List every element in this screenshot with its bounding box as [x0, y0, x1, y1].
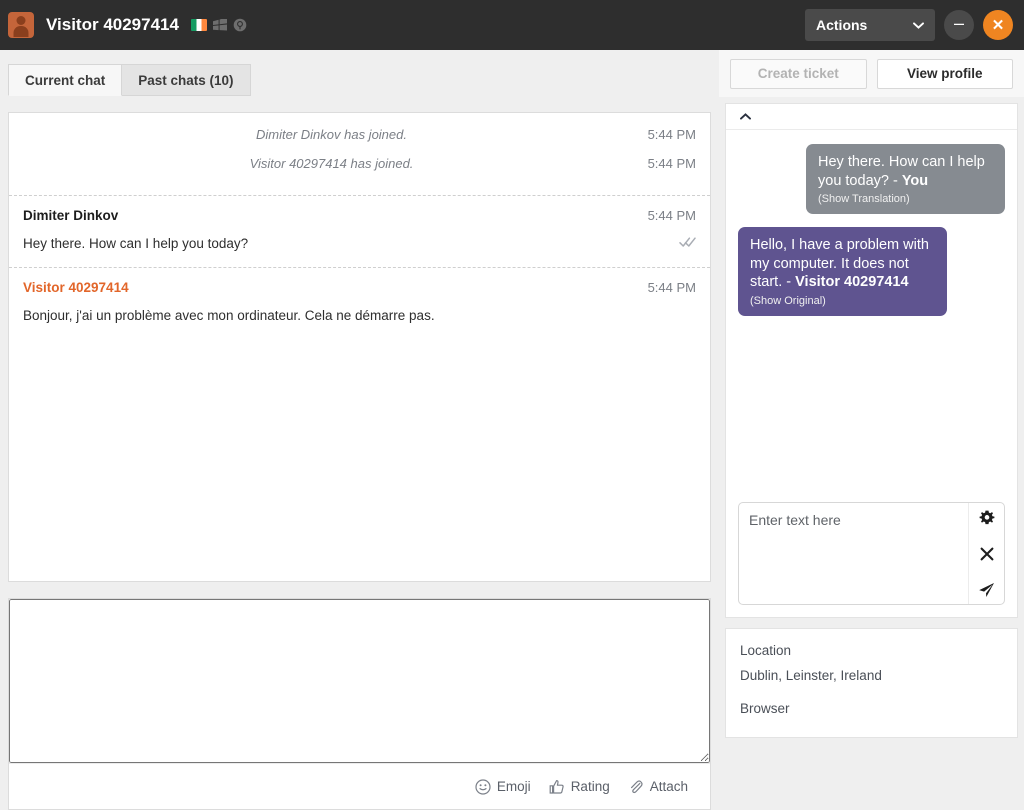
message-author: Visitor 40297414: [23, 280, 129, 295]
visitor-info-panel: Location Dublin, Leinster, Ireland Brows…: [725, 628, 1018, 738]
gear-icon[interactable]: [979, 510, 995, 526]
bubble-author: Visitor 40297414: [795, 274, 908, 290]
chat-message: Dimiter Dinkov 5:44 PM Hey there. How ca…: [9, 196, 710, 267]
windows-logo-icon: [213, 19, 227, 32]
chat-message: Visitor 40297414 5:44 PM Bonjour, j'ai u…: [9, 268, 710, 339]
system-event-time: 5:44 PM: [640, 156, 696, 171]
send-paper-plane-icon[interactable]: [978, 582, 995, 598]
message-input[interactable]: [9, 599, 710, 763]
message-author: Dimiter Dinkov: [23, 208, 118, 223]
message-body: Bonjour, j'ai un problème avec mon ordin…: [23, 307, 696, 325]
paperclip-icon: [628, 779, 644, 795]
thumbs-up-icon: [549, 779, 565, 795]
location-value: Dublin, Leinster, Ireland: [740, 668, 1003, 683]
message-text: Hey there. How can I help you today?: [23, 235, 248, 253]
visitor-sidebar: Create ticket View profile Hey there. Ho…: [719, 50, 1024, 768]
close-x-icon[interactable]: [980, 547, 994, 561]
emoji-smiley-icon: [475, 779, 491, 795]
minimize-button[interactable]: –: [944, 10, 974, 40]
flag-ireland-icon: [191, 19, 207, 31]
system-event-text: Visitor 40297414 has joined.: [250, 156, 414, 171]
sidebar-action-bar: Create ticket View profile: [719, 50, 1024, 97]
emoji-button-label: Emoji: [497, 779, 531, 794]
chevron-down-icon: [913, 22, 924, 29]
bubble-author: You: [902, 173, 928, 189]
system-event-row: Visitor 40297414 has joined. 5:44 PM: [23, 156, 696, 171]
attach-button-label: Attach: [650, 779, 688, 794]
message-time: 5:44 PM: [648, 280, 696, 295]
translation-bubble-list: Hey there. How can I help you today? - Y…: [726, 130, 1017, 502]
message-composer: Emoji Rating Attach: [8, 598, 711, 810]
browser-globe-icon: [233, 18, 247, 32]
chat-tabs: Current chat Past chats (10): [0, 50, 719, 100]
create-ticket-button[interactable]: Create ticket: [730, 59, 867, 89]
translation-bubble-agent: Hey there. How can I help you today? - Y…: [806, 144, 1005, 214]
message-body: Hey there. How can I help you today?: [23, 235, 696, 253]
system-event-time: 5:44 PM: [640, 127, 696, 142]
tab-past-chats[interactable]: Past chats (10): [122, 64, 250, 96]
message-header: Visitor 40297414 5:44 PM: [23, 280, 696, 295]
show-original-link[interactable]: (Show Original): [750, 294, 935, 308]
composer-toolbar: Emoji Rating Attach: [9, 763, 710, 809]
message-time: 5:44 PM: [648, 208, 696, 223]
translation-composer-tools: [968, 503, 1004, 604]
system-event-row: Dimiter Dinkov has joined. 5:44 PM: [23, 127, 696, 142]
translation-input[interactable]: [739, 503, 968, 604]
message-header: Dimiter Dinkov 5:44 PM: [23, 208, 696, 223]
chevron-up-icon: [740, 113, 751, 120]
browser-label: Browser: [740, 701, 1003, 716]
chat-column: Current chat Past chats (10) Dimiter Din…: [0, 50, 719, 768]
actions-label: Actions: [816, 17, 867, 33]
window-titlebar: Visitor 40297414 Actions – ✕: [0, 0, 1024, 50]
message-text: Bonjour, j'ai un problème avec mon ordin…: [23, 307, 435, 325]
collapse-translation-button[interactable]: [726, 104, 1017, 130]
translation-panel: Hey there. How can I help you today? - Y…: [725, 103, 1018, 618]
translation-composer: [738, 502, 1005, 605]
translation-bubble-visitor: Hello, I have a problem with my computer…: [738, 227, 947, 316]
actions-dropdown[interactable]: Actions: [805, 9, 935, 41]
system-events: Dimiter Dinkov has joined. 5:44 PM Visit…: [9, 113, 710, 195]
emoji-button[interactable]: Emoji: [475, 779, 531, 795]
window-controls: Actions – ✕: [805, 9, 1024, 41]
rating-button[interactable]: Rating: [549, 779, 610, 795]
show-translation-link[interactable]: (Show Translation): [818, 192, 993, 206]
system-event-text: Dimiter Dinkov has joined.: [256, 127, 407, 142]
window-title: Visitor 40297414: [46, 15, 179, 35]
rating-button-label: Rating: [571, 779, 610, 794]
close-button[interactable]: ✕: [983, 10, 1013, 40]
view-profile-button[interactable]: View profile: [877, 59, 1014, 89]
tab-current-chat[interactable]: Current chat: [8, 64, 122, 96]
chat-transcript[interactable]: Dimiter Dinkov has joined. 5:44 PM Visit…: [8, 112, 711, 582]
visitor-meta-icons: [191, 18, 247, 32]
attach-button[interactable]: Attach: [628, 779, 688, 795]
location-label: Location: [740, 643, 1003, 658]
user-avatar-icon: [8, 12, 34, 38]
double-check-icon: [679, 235, 696, 247]
